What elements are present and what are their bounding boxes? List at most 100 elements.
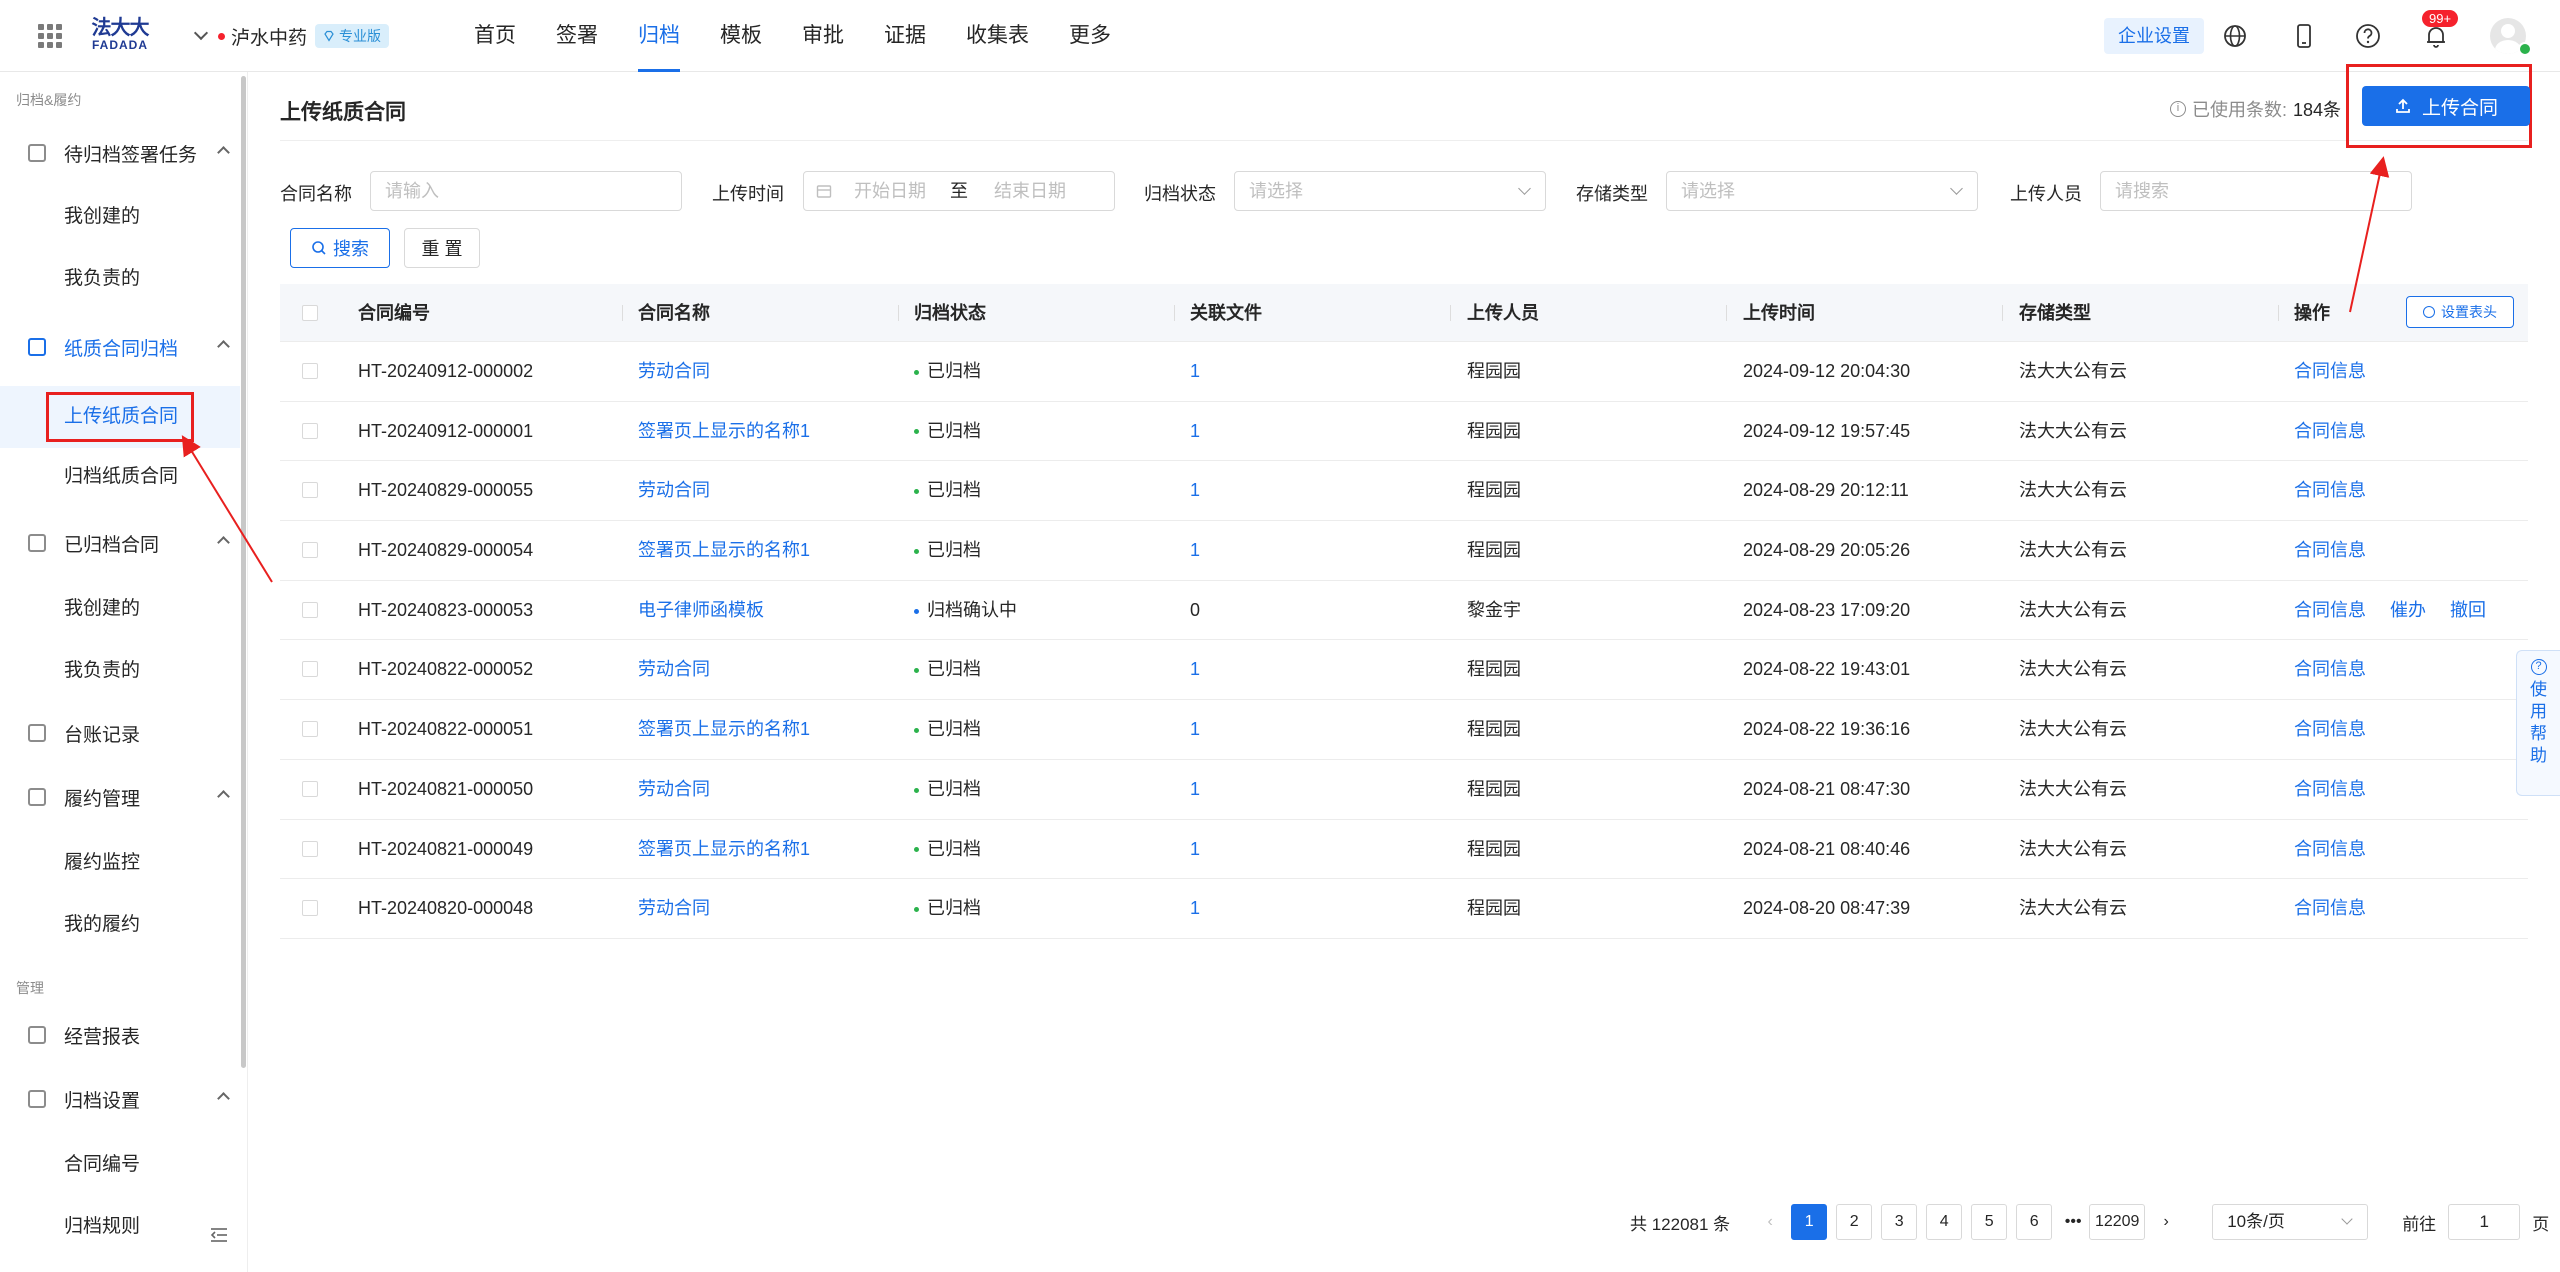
company-switcher[interactable]: 泸水中药 专业版 bbox=[193, 22, 390, 50]
reset-button[interactable]: 重 置 bbox=[404, 228, 480, 268]
contract-info-link[interactable]: 合同信息 bbox=[2294, 879, 2366, 939]
linked-files-cell[interactable]: 1 bbox=[1190, 700, 1200, 760]
row-checkbox[interactable] bbox=[302, 721, 318, 738]
linked-files-cell[interactable]: 1 bbox=[1190, 760, 1200, 820]
page-size-select[interactable]: 10条/页 bbox=[2212, 1204, 2369, 1240]
sidebar-item-archived-created[interactable]: 我创建的 bbox=[64, 594, 140, 624]
help-tab[interactable]: ? 使用帮助 bbox=[2516, 650, 2560, 796]
sidebar-item-pending-created[interactable]: 我创建的 bbox=[64, 202, 140, 232]
row-checkbox[interactable] bbox=[302, 422, 318, 439]
contract-info-link[interactable]: 合同信息 bbox=[2294, 402, 2366, 462]
next-page-button[interactable]: › bbox=[2154, 1204, 2179, 1240]
linked-files-cell[interactable]: 1 bbox=[1190, 342, 1200, 402]
sidebar-group-pending[interactable]: 待归档签署任务 bbox=[28, 138, 230, 168]
contract-name-link[interactable]: 劳动合同 bbox=[638, 342, 710, 402]
storage-type-select[interactable]: 请选择 bbox=[1666, 171, 1978, 211]
contract-info-link[interactable]: 合同信息 bbox=[2294, 640, 2366, 700]
page-5[interactable]: 5 bbox=[1971, 1204, 2008, 1240]
sidebar-group-performance[interactable]: 履约管理 bbox=[28, 782, 230, 812]
row-checkbox[interactable] bbox=[302, 780, 318, 797]
contract-info-link[interactable]: 合同信息 bbox=[2294, 342, 2366, 402]
nav-sign[interactable]: 签署 bbox=[556, 0, 598, 72]
search-button[interactable]: 搜索 bbox=[290, 228, 390, 268]
contract-name-link[interactable]: 签署页上显示的名称1 bbox=[638, 820, 810, 880]
sidebar-item-performance-monitor[interactable]: 履约监控 bbox=[64, 848, 140, 878]
linked-files-cell[interactable]: 1 bbox=[1190, 461, 1200, 521]
linked-files-cell[interactable]: 1 bbox=[1190, 640, 1200, 700]
contract-info-link[interactable]: 合同信息 bbox=[2294, 700, 2366, 760]
sidebar-group-archive-settings[interactable]: 归档设置 bbox=[28, 1084, 230, 1114]
page-last[interactable]: 12209 bbox=[2089, 1204, 2146, 1240]
select-all-checkbox[interactable] bbox=[302, 305, 318, 321]
sidebar-group-archived[interactable]: 已归档合同 bbox=[28, 528, 230, 558]
apps-grid-icon[interactable] bbox=[38, 24, 62, 48]
prev-page-button[interactable]: ‹ bbox=[1758, 1204, 1783, 1240]
page-6[interactable]: 6 bbox=[2016, 1204, 2053, 1240]
sidebar-item-contract-number[interactable]: 合同编号 bbox=[64, 1150, 140, 1180]
sidebar-group-paper[interactable]: 纸质合同归档 bbox=[28, 332, 230, 362]
linked-files-cell[interactable]: 1 bbox=[1190, 820, 1200, 880]
sidebar-item-report[interactable]: 经营报表 bbox=[28, 1020, 228, 1050]
upload-date-range[interactable]: 开始日期 至 结束日期 bbox=[803, 171, 1115, 211]
contract-name-link[interactable]: 劳动合同 bbox=[638, 640, 710, 700]
contract-name-input[interactable]: 请输入 bbox=[370, 171, 682, 211]
contract-name-link[interactable]: 劳动合同 bbox=[638, 461, 710, 521]
contract-info-link[interactable]: 合同信息 bbox=[2294, 521, 2366, 581]
row-checkbox[interactable] bbox=[302, 840, 318, 857]
contract-name-link[interactable]: 劳动合同 bbox=[638, 879, 710, 939]
goto-page-input[interactable]: 1 bbox=[2448, 1204, 2521, 1240]
sidebar-item-archive-paper[interactable]: 归档纸质合同 bbox=[64, 462, 178, 492]
sidebar-item-my-performance[interactable]: 我的履约 bbox=[64, 910, 140, 940]
nav-form[interactable]: 收集表 bbox=[966, 0, 1029, 72]
row-checkbox[interactable] bbox=[302, 542, 318, 559]
nav-approval[interactable]: 审批 bbox=[802, 0, 844, 72]
linked-files-cell[interactable]: 1 bbox=[1190, 402, 1200, 462]
sidebar-item-pending-responsible[interactable]: 我负责的 bbox=[64, 264, 140, 294]
linked-files-cell[interactable]: 1 bbox=[1190, 521, 1200, 581]
contract-name-link[interactable]: 签署页上显示的名称1 bbox=[638, 521, 810, 581]
nav-template[interactable]: 模板 bbox=[720, 0, 762, 72]
nav-evidence[interactable]: 证据 bbox=[884, 0, 926, 72]
withdraw-link[interactable]: 撤回 bbox=[2450, 581, 2486, 641]
row-checkbox[interactable] bbox=[302, 661, 318, 678]
row-checkbox[interactable] bbox=[302, 363, 318, 379]
contract-info-link[interactable]: 合同信息 bbox=[2294, 461, 2366, 521]
contract-name-link[interactable]: 签署页上显示的名称1 bbox=[638, 402, 810, 462]
archive-status-select[interactable]: 请选择 bbox=[1234, 171, 1546, 211]
page-3[interactable]: 3 bbox=[1881, 1204, 1918, 1240]
contract-name-link[interactable]: 劳动合同 bbox=[638, 760, 710, 820]
mobile-icon[interactable] bbox=[2290, 22, 2318, 50]
sidebar-item-ledger[interactable]: 台账记录 bbox=[28, 718, 228, 748]
collapse-sidebar-icon[interactable] bbox=[210, 1228, 228, 1242]
column-settings-button[interactable]: 设置表头 bbox=[2406, 296, 2514, 328]
contract-no-cell: HT-20240829-000055 bbox=[358, 480, 534, 501]
page-ellipsis[interactable]: ••• bbox=[2061, 1204, 2086, 1240]
logo[interactable]: 法大大 FADADA bbox=[88, 16, 152, 56]
sidebar-scrollbar[interactable] bbox=[241, 76, 246, 1068]
row-checkbox[interactable] bbox=[302, 482, 318, 499]
table-row: HT-20240821-000049 签署页上显示的名称1 已归档 1 程园园 2024-… bbox=[280, 820, 2528, 880]
sidebar-item-archived-responsible[interactable]: 我负责的 bbox=[64, 656, 140, 686]
nav-home[interactable]: 首页 bbox=[474, 0, 516, 72]
urge-link[interactable]: 催办 bbox=[2390, 581, 2426, 641]
row-checkbox[interactable] bbox=[302, 601, 318, 618]
contract-info-link[interactable]: 合同信息 bbox=[2294, 581, 2366, 641]
page-2[interactable]: 2 bbox=[1836, 1204, 1873, 1240]
sidebar-item-archive-rules[interactable]: 归档规则 bbox=[64, 1212, 140, 1242]
page-4[interactable]: 4 bbox=[1926, 1204, 1963, 1240]
linked-files-cell[interactable]: 1 bbox=[1190, 879, 1200, 939]
nav-more[interactable]: 更多 bbox=[1069, 0, 1111, 72]
uploader-search-input[interactable]: 请搜索 bbox=[2100, 171, 2412, 211]
nav-archive[interactable]: 归档 bbox=[638, 0, 680, 72]
enterprise-settings-button[interactable]: 企业设置 bbox=[2104, 18, 2204, 54]
contract-name-link[interactable]: 签署页上显示的名称1 bbox=[638, 700, 810, 760]
help-icon[interactable] bbox=[2354, 22, 2382, 50]
contract-info-link[interactable]: 合同信息 bbox=[2294, 820, 2366, 880]
page-1[interactable]: 1 bbox=[1791, 1204, 1828, 1240]
row-checkbox[interactable] bbox=[302, 900, 318, 917]
contract-info-link[interactable]: 合同信息 bbox=[2294, 760, 2366, 820]
upload-contract-button[interactable]: 上传合同 bbox=[2362, 86, 2530, 126]
globe-icon[interactable] bbox=[2221, 22, 2249, 50]
archive-status-cell: 已归档 bbox=[914, 640, 981, 700]
contract-name-link[interactable]: 电子律师函模板 bbox=[638, 581, 764, 641]
